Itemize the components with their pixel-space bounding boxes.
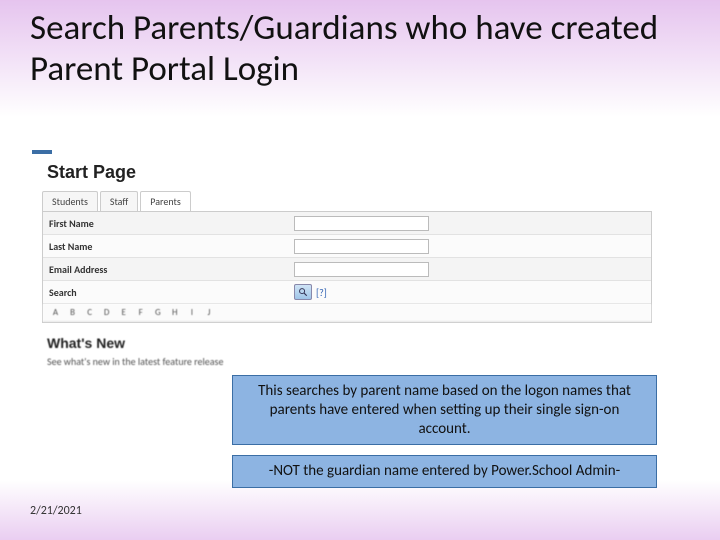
label-email: Email Address xyxy=(49,263,294,276)
alpha-b[interactable]: B xyxy=(66,307,80,318)
callout-2: -NOT the guardian name entered by Power.… xyxy=(232,455,657,488)
alpha-f[interactable]: F xyxy=(134,307,148,318)
help-link[interactable]: [?] xyxy=(316,286,327,299)
slide-title: Search Parents/Guardians who have create… xyxy=(30,8,690,91)
search-form: First Name Last Name Email Address Searc… xyxy=(42,211,652,323)
row-email: Email Address xyxy=(43,258,651,281)
alpha-c[interactable]: C xyxy=(83,307,97,318)
alpha-j[interactable]: J xyxy=(202,307,216,318)
label-last-name: Last Name xyxy=(49,240,294,253)
row-last-name: Last Name xyxy=(43,235,651,258)
input-first-name[interactable] xyxy=(294,216,429,231)
page-title: Start Page xyxy=(47,162,657,183)
alpha-i[interactable]: I xyxy=(185,307,199,318)
tab-parents[interactable]: Parents xyxy=(140,191,191,211)
search-icon xyxy=(298,287,308,297)
row-search: Search [?] xyxy=(43,281,651,304)
alpha-e[interactable]: E xyxy=(117,307,131,318)
alpha-h[interactable]: H xyxy=(168,307,182,318)
row-first-name: First Name xyxy=(43,212,651,235)
label-search: Search xyxy=(49,286,294,299)
input-last-name[interactable] xyxy=(294,239,429,254)
bottom-gradient xyxy=(0,480,720,540)
footer-date: 2/21/2021 xyxy=(30,504,82,518)
alpha-d[interactable]: D xyxy=(100,307,114,318)
tabs: Students Staff Parents xyxy=(42,191,657,211)
callout-1: This searches by parent name based on th… xyxy=(232,375,657,445)
alpha-g[interactable]: G xyxy=(151,307,165,318)
alpha-browse: A B C D E F G H I J xyxy=(43,304,651,322)
alpha-a[interactable]: A xyxy=(49,307,63,318)
label-first-name: First Name xyxy=(49,217,294,230)
whats-new-sub: See what's new in the latest feature rel… xyxy=(47,355,657,368)
input-email[interactable] xyxy=(294,262,429,277)
header-accent xyxy=(32,150,52,154)
whats-new-title: What's New xyxy=(47,335,657,351)
search-button[interactable] xyxy=(294,284,312,300)
tab-students[interactable]: Students xyxy=(42,191,98,211)
tab-staff[interactable]: Staff xyxy=(100,191,138,211)
